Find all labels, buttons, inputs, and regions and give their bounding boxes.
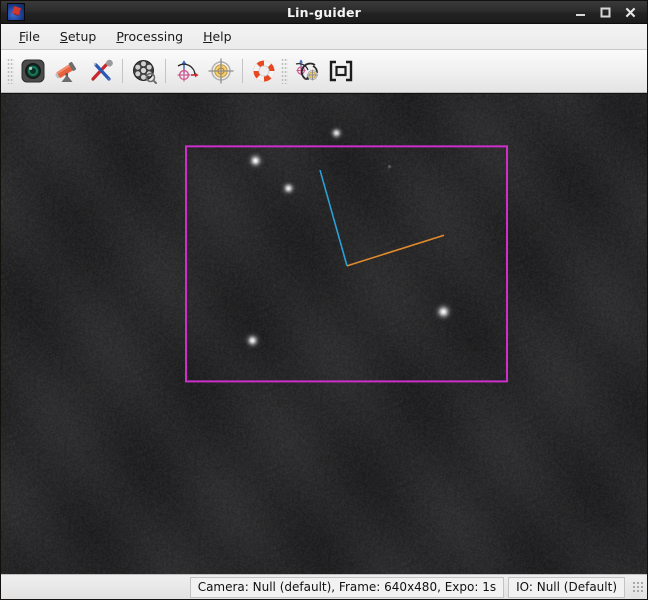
maximize-button[interactable] [599, 6, 612, 19]
tools-settings-icon[interactable] [84, 54, 118, 88]
menu-item-setup[interactable]: Setup [50, 27, 106, 46]
toolbar-separator [122, 59, 123, 83]
guide-overlay [185, 145, 508, 383]
toolbar-separator [165, 59, 166, 83]
menu-bar: File Setup Processing Help [1, 24, 647, 50]
menu-item-help[interactable]: Help [193, 27, 242, 46]
camera-device-icon[interactable] [16, 54, 50, 88]
toolbar-grip[interactable] [281, 58, 288, 84]
app-icon [7, 3, 25, 21]
video-display-area[interactable] [1, 93, 647, 574]
telescope-device-icon[interactable] [50, 54, 84, 88]
menu-item-processing-label: rocessing [123, 29, 184, 44]
calibration-icon[interactable] [170, 54, 204, 88]
status-io-info: IO: Null (Default) [508, 576, 625, 598]
film-capture-icon[interactable] [127, 54, 161, 88]
toolbar [1, 50, 647, 93]
lifebuoy-guider-icon[interactable] [247, 54, 281, 88]
resize-grip[interactable] [631, 580, 643, 594]
title-bar: Lin-guider [1, 1, 647, 24]
main-window: Lin-guider File Setup Processing Help Ca… [0, 0, 648, 600]
menu-item-setup-label: etup [67, 29, 97, 44]
status-camera-info: Camera: Null (default), Frame: 640x480, … [189, 576, 505, 598]
toolbar-separator [242, 59, 243, 83]
menu-item-file[interactable]: File [9, 27, 50, 46]
calibration-guiding-icon[interactable] [290, 54, 324, 88]
window-title: Lin-guider [286, 4, 362, 20]
minimize-button[interactable] [574, 6, 587, 19]
menu-item-help-label: elp [212, 29, 232, 44]
guiding-target-icon[interactable] [204, 54, 238, 88]
menu-item-processing[interactable]: Processing [106, 27, 193, 46]
menu-item-file-label: ile [25, 29, 40, 44]
frame-region-icon[interactable] [324, 54, 358, 88]
toolbar-grip[interactable] [7, 58, 14, 84]
dec-calibration-vector [346, 234, 445, 267]
status-bar: Camera: Null (default), Frame: 640x480, … [1, 574, 647, 599]
ra-calibration-vector [319, 169, 348, 267]
window-controls [574, 6, 643, 19]
close-button[interactable] [624, 6, 637, 19]
